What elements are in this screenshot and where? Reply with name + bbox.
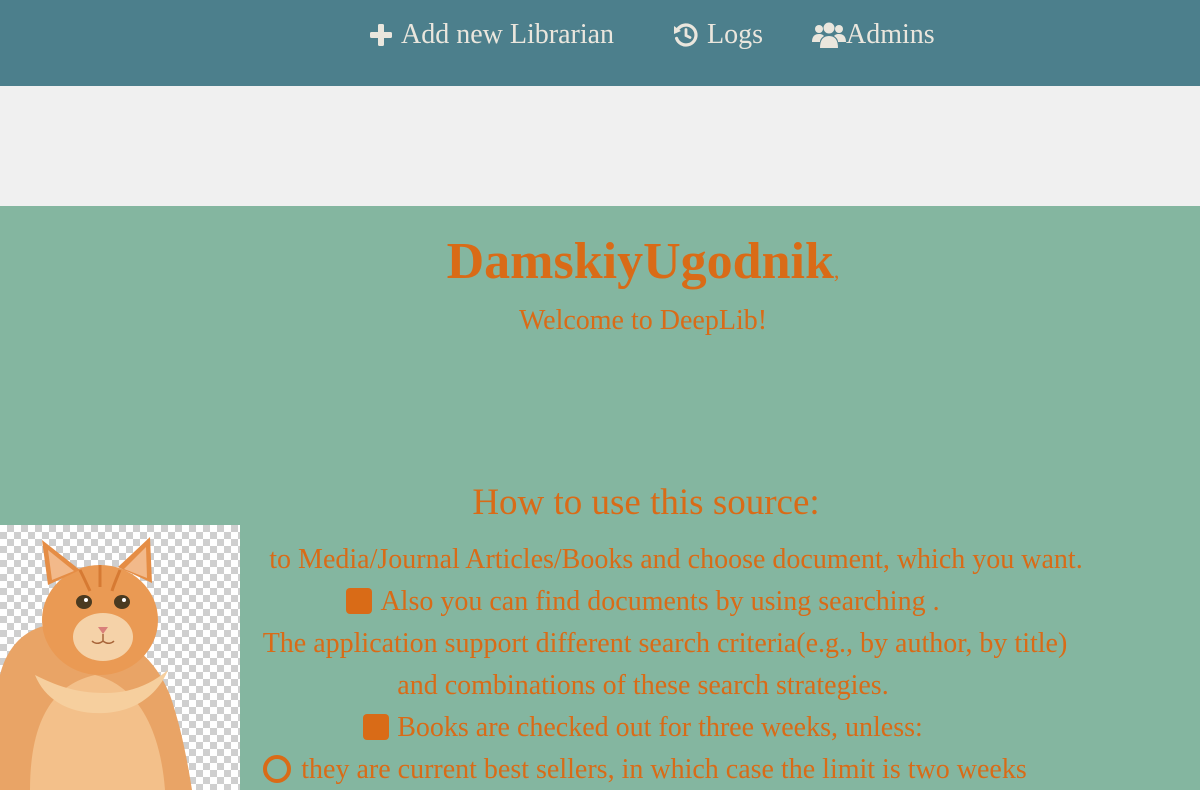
greeting-comma: , [833,258,840,283]
welcome-text: Welcome to DeepLib! [518,305,768,336]
nav-logs-label: Logs [707,19,763,50]
cat-image [0,525,240,790]
top-navbar: Add new Librarian Logs Admins [0,0,1200,86]
history-icon [673,22,699,48]
square-bullet-icon [363,714,390,740]
nav-logs[interactable]: Logs [673,0,763,70]
howto-line-text: to Media/Journal Articles/Books and choo… [269,544,1083,575]
nav-add-librarian-label: Add new Librarian [401,19,615,50]
howto-line-text: Books are checked out for three weeks, u… [397,712,923,743]
howto-heading: How to use this source: [472,482,820,523]
nav-admins-label: Admins [846,19,935,50]
plus-icon [369,23,393,47]
howto-line-text: Also you can find documents by using sea… [380,586,940,617]
howto-line-text: The application support different search… [262,628,1068,659]
square-bullet-icon [346,588,373,614]
user-name: DamskiyUgodnik [446,233,834,290]
header-spacer [0,86,1200,206]
user-greeting: DamskiyUgodnik, [0,230,1200,303]
nav-admins[interactable]: Admins [812,0,935,70]
howto-line-text: they are current best sellers, in which … [301,754,1027,785]
users-icon [812,21,846,49]
nav-add-librarian[interactable]: Add new Librarian [369,0,614,70]
circle-bullet-icon [263,755,292,783]
howto-line-text: and combinations of these search strateg… [397,670,889,701]
